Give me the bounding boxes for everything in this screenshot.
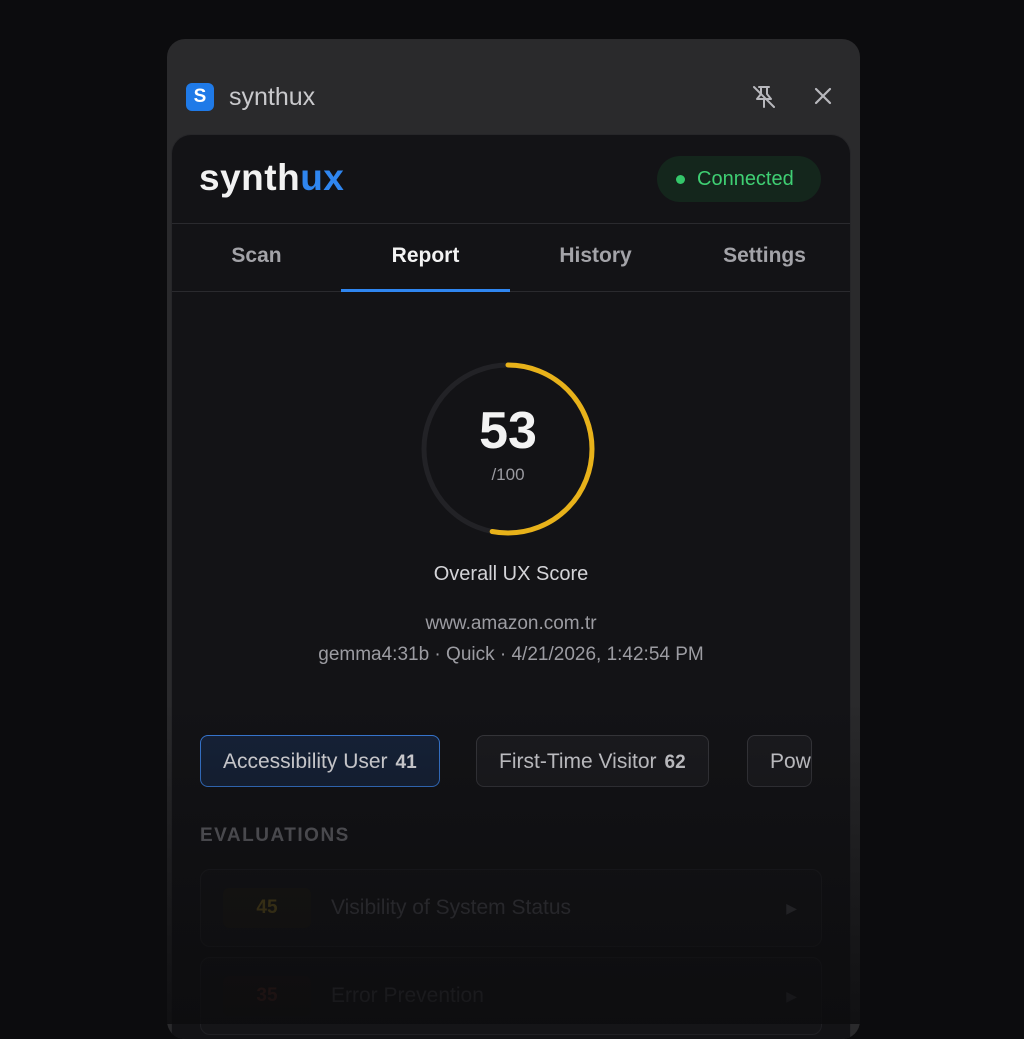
- evaluation-score: 45: [223, 888, 311, 928]
- persona-tabs: Accessibility User 41 First-Time Visitor 6…: [200, 735, 820, 793]
- evaluation-title: Visibility of System Status: [331, 896, 572, 919]
- tab-report[interactable]: Report: [341, 224, 510, 292]
- status-label: Connected: [697, 168, 794, 190]
- evaluations-heading: EVALUATIONS: [200, 825, 350, 846]
- expand-arrow-icon: ▶: [786, 900, 797, 916]
- pin-off-icon[interactable]: [751, 84, 777, 110]
- tab-history[interactable]: History: [511, 224, 680, 291]
- persona-label: First-Time Visitor: [499, 750, 657, 773]
- report-panel: synthux Connected Scan Report History Se…: [171, 134, 851, 1039]
- app-name: synthux: [229, 83, 316, 111]
- tab-settings[interactable]: Settings: [680, 224, 849, 291]
- panel-header: synthux Connected: [172, 135, 850, 224]
- score-value: 53: [479, 402, 537, 460]
- scan-meta: gemma4:31b · Quick · 4/21/2026, 1:42:54 …: [318, 644, 704, 665]
- close-icon[interactable]: [812, 85, 834, 107]
- connection-status-badge: Connected: [657, 156, 821, 202]
- expand-arrow-icon: ▶: [786, 988, 797, 1004]
- persona-score: 41: [395, 752, 417, 773]
- title-bar: S synthux: [167, 39, 860, 134]
- evaluation-score: 35: [223, 976, 311, 1016]
- persona-score: 62: [664, 752, 686, 773]
- tab-bar: Scan Report History Settings: [172, 224, 850, 292]
- persona-label: Accessibility User: [223, 750, 388, 773]
- persona-accessibility-user[interactable]: Accessibility User 41: [200, 735, 440, 787]
- persona-power-user[interactable]: Pow: [747, 735, 812, 787]
- brand-prefix: synth: [199, 157, 301, 198]
- status-dot-icon: [676, 175, 685, 184]
- persona-first-time-visitor[interactable]: First-Time Visitor 62: [476, 735, 709, 787]
- evaluation-title: Error Prevention: [331, 984, 484, 1007]
- persona-label: Pow: [770, 750, 811, 773]
- brand-suffix: ux: [300, 157, 345, 198]
- evaluation-row[interactable]: 45 Visibility of System Status ▶: [200, 869, 822, 947]
- scanned-url: www.amazon.com.tr: [425, 613, 597, 634]
- evaluation-row[interactable]: 35 Error Prevention ▶: [200, 957, 822, 1035]
- app-icon: S: [186, 83, 214, 111]
- tab-scan[interactable]: Scan: [172, 224, 341, 291]
- score-label: Overall UX Score: [433, 563, 589, 585]
- brand-logo: synthux: [199, 157, 344, 199]
- extension-window: S synthux synthux Connected Scan Report: [167, 39, 860, 1039]
- score-max: /100: [491, 465, 525, 484]
